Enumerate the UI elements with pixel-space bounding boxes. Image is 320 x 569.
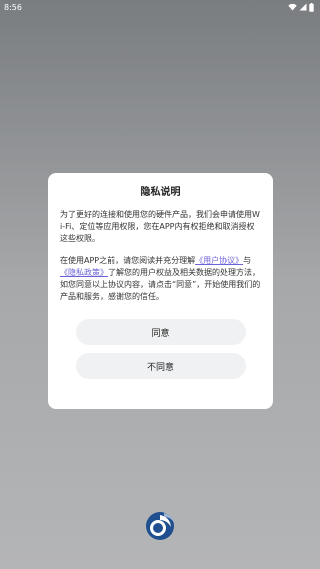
privacy-dialog: 隐私说明 为了更好的连接和使用您的硬件产品，我们会申请使用Wi-Fi、定位等应用… [48, 173, 273, 409]
user-agreement-link[interactable]: 《用户协议》 [195, 256, 243, 265]
app-logo-icon [146, 512, 174, 540]
signal-icon [299, 3, 307, 11]
agreement-paragraph: 在使用APP之前，请您阅读并充分理解《用户协议》与《隐私政策》了解您的用户权益及… [60, 255, 261, 303]
permission-paragraph: 为了更好的连接和使用您的硬件产品，我们会申请使用Wi-Fi、定位等应用权限，您在… [60, 210, 260, 243]
privacy-policy-link[interactable]: 《隐私政策》 [60, 268, 108, 277]
battery-icon [309, 2, 314, 12]
disagree-button[interactable]: 不同意 [75, 353, 246, 379]
agreement-text-mid: 与 [243, 256, 252, 265]
agree-button[interactable]: 同意 [75, 319, 246, 345]
status-icons [288, 2, 314, 12]
dialog-body: 为了更好的连接和使用您的硬件产品，我们会申请使用Wi-Fi、定位等应用权限，您在… [60, 209, 261, 303]
dialog-title: 隐私说明 [140, 187, 181, 198]
wifi-icon [288, 3, 297, 11]
status-bar: 8:56 [0, 0, 320, 14]
agreement-text-prefix: 在使用APP之前，请您阅读并充分理解 [60, 256, 196, 265]
status-time: 8:56 [4, 2, 22, 12]
